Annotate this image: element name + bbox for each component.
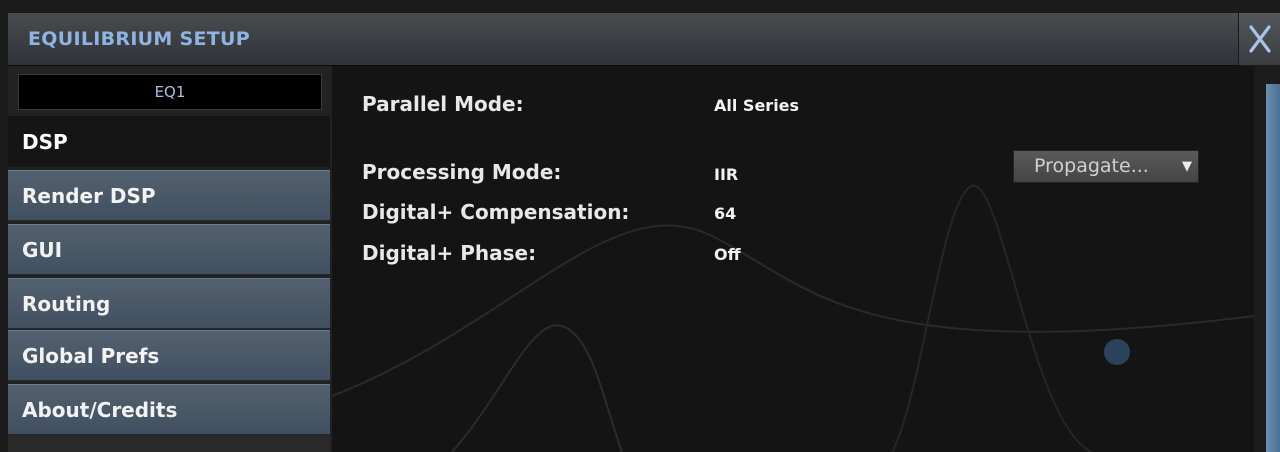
side-scrollbar[interactable]: [1266, 84, 1280, 452]
sidebar: EQ1 DSP Render DSP GUI Routing Global Pr…: [8, 66, 332, 452]
window-title: EQUILIBRIUM SETUP: [28, 28, 251, 50]
digital-phase-value[interactable]: Off: [714, 245, 741, 264]
setup-window: EQUILIBRIUM SETUP EQ1 DSP Render DSP GUI…: [0, 0, 1280, 452]
sidebar-item-label: Global Prefs: [22, 344, 160, 368]
close-button[interactable]: [1238, 13, 1280, 65]
sidebar-item-label: DSP: [22, 130, 68, 154]
close-icon: [1249, 25, 1271, 53]
processing-mode-value[interactable]: IIR: [714, 165, 738, 184]
propagate-dropdown[interactable]: Propagate... ▼: [1013, 150, 1199, 183]
parallel-mode-value[interactable]: All Series: [714, 96, 799, 115]
title-bar: EQUILIBRIUM SETUP: [8, 13, 1238, 66]
digital-compensation-value[interactable]: 64: [714, 204, 736, 223]
sidebar-item-gui[interactable]: GUI: [8, 224, 330, 275]
sidebar-item-routing[interactable]: Routing: [8, 278, 330, 329]
digital-compensation-label: Digital+ Compensation:: [362, 200, 630, 224]
propagate-label: Propagate...: [1034, 155, 1149, 177]
dsp-settings-panel: Parallel Mode: All Series Processing Mod…: [332, 66, 1254, 452]
processing-mode-label: Processing Mode:: [362, 160, 562, 184]
sidebar-footer: [8, 436, 330, 452]
sidebar-item-label: Render DSP: [22, 184, 156, 208]
sidebar-item-label: About/Credits: [22, 398, 178, 422]
sidebar-item-render-dsp[interactable]: Render DSP: [8, 170, 330, 221]
sidebar-item-label: GUI: [22, 238, 63, 262]
sidebar-item-global-prefs[interactable]: Global Prefs: [8, 330, 330, 381]
right-edge-panel: [1254, 66, 1280, 452]
parallel-mode-label: Parallel Mode:: [362, 92, 524, 116]
sidebar-item-about-credits[interactable]: About/Credits: [8, 384, 330, 435]
digital-phase-label: Digital+ Phase:: [362, 241, 537, 265]
instance-name-field[interactable]: EQ1: [18, 74, 322, 110]
sidebar-item-label: Routing: [22, 292, 111, 316]
sidebar-item-dsp[interactable]: DSP: [8, 116, 330, 167]
dropdown-arrow-icon: ▼: [1182, 159, 1192, 174]
